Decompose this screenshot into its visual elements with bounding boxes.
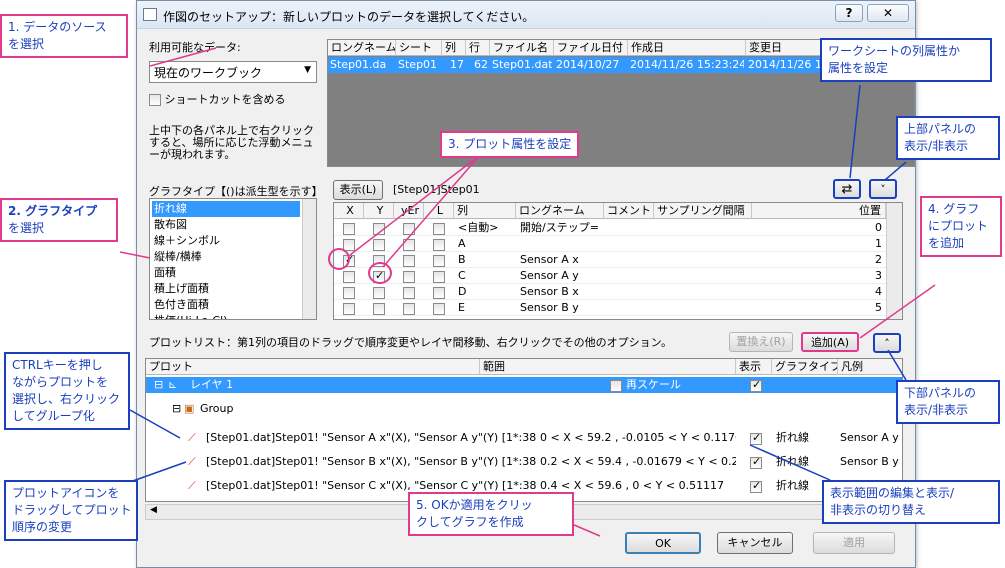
annotation-step-1: 1. データのソース を選択	[0, 14, 128, 58]
annotation-drag-order: プロットアイコンを ドラッグしてプロット 順序の変更	[4, 480, 138, 541]
annotation-step-2: 2. グラフタイプ を選択	[0, 198, 118, 242]
annotation-step-5: 5. OKか適用をクリッ クしてグラフを作成	[408, 492, 574, 536]
annotation-worksheet-attr: ワークシートの列属性か 属性を設定	[820, 38, 992, 82]
annotation-bottom-panel: 下部パネルの 表示/非表示	[896, 380, 1000, 424]
annotation-step-3: 3. プロット属性を設定	[440, 131, 580, 158]
annotation-range-toggle: 表示範囲の編集と表示/非表示の切り替え	[822, 480, 1000, 524]
annotation-ctrl-group: CTRLキーを押し ながらプロットを 選択し、右クリック してグループ化	[4, 352, 130, 430]
annotation-top-panel: 上部パネルの 表示/非表示	[896, 116, 1000, 160]
annotation-step-4: 4. グラフ にプロット を追加	[920, 196, 1002, 257]
